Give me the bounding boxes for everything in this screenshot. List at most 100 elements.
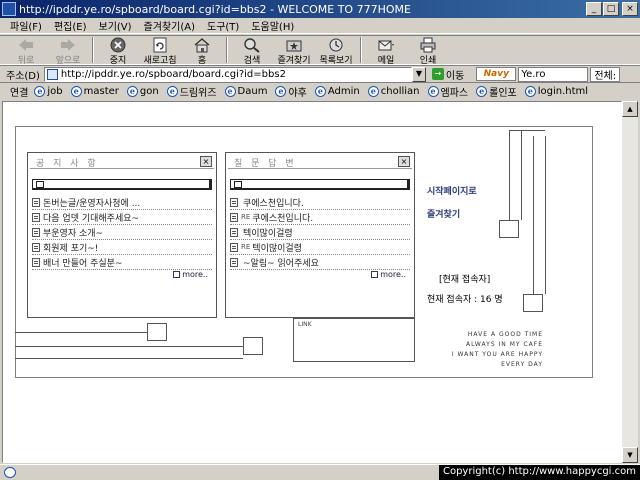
list-item-title: 쿠에스천입니다. xyxy=(252,213,314,224)
list-item[interactable]: 회원제 포기~! xyxy=(32,240,212,255)
decor-line xyxy=(15,346,243,347)
link-box-label: LINK xyxy=(298,321,312,328)
document-icon xyxy=(32,257,40,267)
document-icon xyxy=(230,212,238,222)
menu-view[interactable]: 보기(V) xyxy=(99,18,132,33)
qna-search-bar[interactable] xyxy=(230,179,410,190)
home-button[interactable]: 홈 xyxy=(184,36,220,66)
link-chollian[interactable]: e chollian xyxy=(367,86,420,97)
menu-tools[interactable]: 도구(T) xyxy=(207,18,239,33)
navy-logo[interactable]: Navy xyxy=(476,67,517,81)
qna-more-link[interactable]: more.. xyxy=(371,270,406,279)
document-icon xyxy=(230,257,238,267)
link-label: 엠파스 xyxy=(440,88,469,99)
notice-list: 돈버는글/운영자사청에 ... 다음 업뎃 기대해주세요~ 부운영자 소개~ 회… xyxy=(32,195,212,270)
vertical-scrollbar[interactable]: ▲ ▼ xyxy=(622,101,638,463)
address-url: http://ipddr.ye.ro/spboard/board.cgi?id=… xyxy=(60,68,286,80)
maximize-button[interactable]: □ xyxy=(603,2,619,16)
decor-line xyxy=(509,130,545,131)
window-controls: _ □ × xyxy=(585,2,638,16)
notice-more-link[interactable]: more.. xyxy=(173,270,208,279)
list-item[interactable]: 쿠에스천입니다. xyxy=(230,195,410,210)
list-item-title: 부운영자 소개~ xyxy=(43,228,104,239)
ie-page-icon: e xyxy=(427,86,439,97)
go-arrow-icon: → xyxy=(431,68,444,80)
add-favorite-link[interactable]: 즐겨찾기 xyxy=(427,207,460,220)
notice-close-icon[interactable]: × xyxy=(200,156,212,167)
links-bar: 연결 e job e master e gon e 드림위즈 e Daum e 야후 e Ad… xyxy=(0,82,640,100)
decor-line xyxy=(521,130,522,220)
decor-square xyxy=(147,323,167,341)
document-icon xyxy=(32,242,40,252)
favorites-button[interactable]: 즐겨찾기 xyxy=(276,36,312,66)
document-icon xyxy=(32,227,40,237)
link-dreamwiz[interactable]: e 드림위즈 xyxy=(166,84,217,99)
search-button[interactable]: 검색 xyxy=(234,36,270,66)
more-label: more.. xyxy=(182,270,208,279)
ie-app-icon[interactable] xyxy=(2,2,16,16)
address-input[interactable]: http://ipddr.ye.ro/spboard/board.cgi?id=… xyxy=(43,66,412,82)
link-gon[interactable]: e gon xyxy=(126,86,159,97)
link-yahoo[interactable]: e 야후 xyxy=(275,84,307,99)
menu-file[interactable]: 파일(F) xyxy=(10,18,42,33)
link-daum[interactable]: e Daum xyxy=(224,86,267,97)
stop-button[interactable]: 중지 xyxy=(100,36,136,66)
list-item[interactable]: RE 텍이많이걸령 xyxy=(230,240,410,255)
scroll-down-icon[interactable]: ▼ xyxy=(622,447,638,463)
close-button[interactable]: × xyxy=(622,2,638,16)
list-item[interactable]: 다음 업뎃 기대해주세요~ xyxy=(32,210,212,225)
document-icon xyxy=(32,197,40,207)
notice-panel-header: 공 지 사 항 × xyxy=(30,155,214,169)
print-icon xyxy=(420,37,436,53)
more-icon xyxy=(173,271,181,278)
window-title: http://ipddr.ye.ro/spboard/board.cgi?id=… xyxy=(19,2,411,16)
decor-square xyxy=(243,337,263,355)
list-item[interactable]: RE 쿠에스천입니다. xyxy=(230,210,410,225)
mail-icon xyxy=(378,40,394,51)
ie-page-icon: e xyxy=(275,86,287,97)
motto-line: I WANT YOU ARE HAPPY xyxy=(451,351,543,358)
decor-line xyxy=(509,130,510,220)
link-job[interactable]: e job xyxy=(34,86,63,97)
history-button[interactable]: 목록보기 xyxy=(318,36,354,66)
print-button[interactable]: 인쇄 xyxy=(410,36,446,66)
list-item[interactable]: 배너 만들어 주실분~ xyxy=(32,255,212,270)
start-page-link[interactable]: 시작페이지로 xyxy=(427,184,477,197)
motto-line: HAVE A GOOD TIME xyxy=(467,331,543,338)
decor-line xyxy=(15,332,147,333)
list-item[interactable]: ~알림~ 읽어주세요 xyxy=(230,255,410,270)
list-item[interactable]: 부운영자 소개~ xyxy=(32,225,212,240)
link-master[interactable]: e master xyxy=(70,86,119,97)
qna-list: 쿠에스천입니다. RE 쿠에스천입니다. 텍이많이걸령 RE 텍이많이걸령 ~알림~… xyxy=(230,195,410,270)
links-label: 연결 xyxy=(10,88,29,99)
link-empas[interactable]: e 엠파스 xyxy=(427,84,469,99)
mail-button[interactable]: 메일 xyxy=(368,36,404,66)
list-item[interactable]: 돈버는글/운영자사청에 ... xyxy=(32,195,212,210)
refresh-button[interactable]: 새로고침 xyxy=(142,36,178,66)
navy-search-input[interactable]: Ye.ro xyxy=(518,66,589,82)
minimize-button[interactable]: _ xyxy=(586,2,602,16)
list-item[interactable]: 텍이많이걸령 xyxy=(230,225,410,240)
scroll-up-icon[interactable]: ▲ xyxy=(622,101,638,117)
menu-edit[interactable]: 편집(E) xyxy=(54,18,87,33)
back-button[interactable]: 뒤로 xyxy=(8,36,44,66)
qna-close-icon[interactable]: × xyxy=(398,156,410,167)
link-label: master xyxy=(83,86,119,97)
link-rollinfo[interactable]: e 롤인포 xyxy=(476,84,517,99)
notice-search-bar[interactable] xyxy=(32,179,212,190)
go-button[interactable]: → 이동 xyxy=(431,67,464,82)
menu-favorites[interactable]: 즐겨찾기(A) xyxy=(144,18,195,33)
toolbar-separator xyxy=(92,37,94,63)
forward-button[interactable]: 앞으로 xyxy=(50,36,86,66)
link-login-html[interactable]: e login.html xyxy=(524,86,588,97)
ie-page-icon: e xyxy=(224,86,236,97)
link-label: Admin xyxy=(327,86,360,97)
link-admin[interactable]: e Admin xyxy=(314,86,360,97)
qna-panel-header: 질 문 답 변 × xyxy=(228,155,412,169)
navy-scope-select[interactable]: 전체: xyxy=(590,66,621,82)
menu-help[interactable]: 도움말(H) xyxy=(251,18,294,33)
document-icon xyxy=(230,242,238,252)
ie-page-icon: e xyxy=(476,86,488,97)
address-dropdown-button[interactable]: ▼ xyxy=(411,66,426,82)
document-icon xyxy=(230,197,238,207)
